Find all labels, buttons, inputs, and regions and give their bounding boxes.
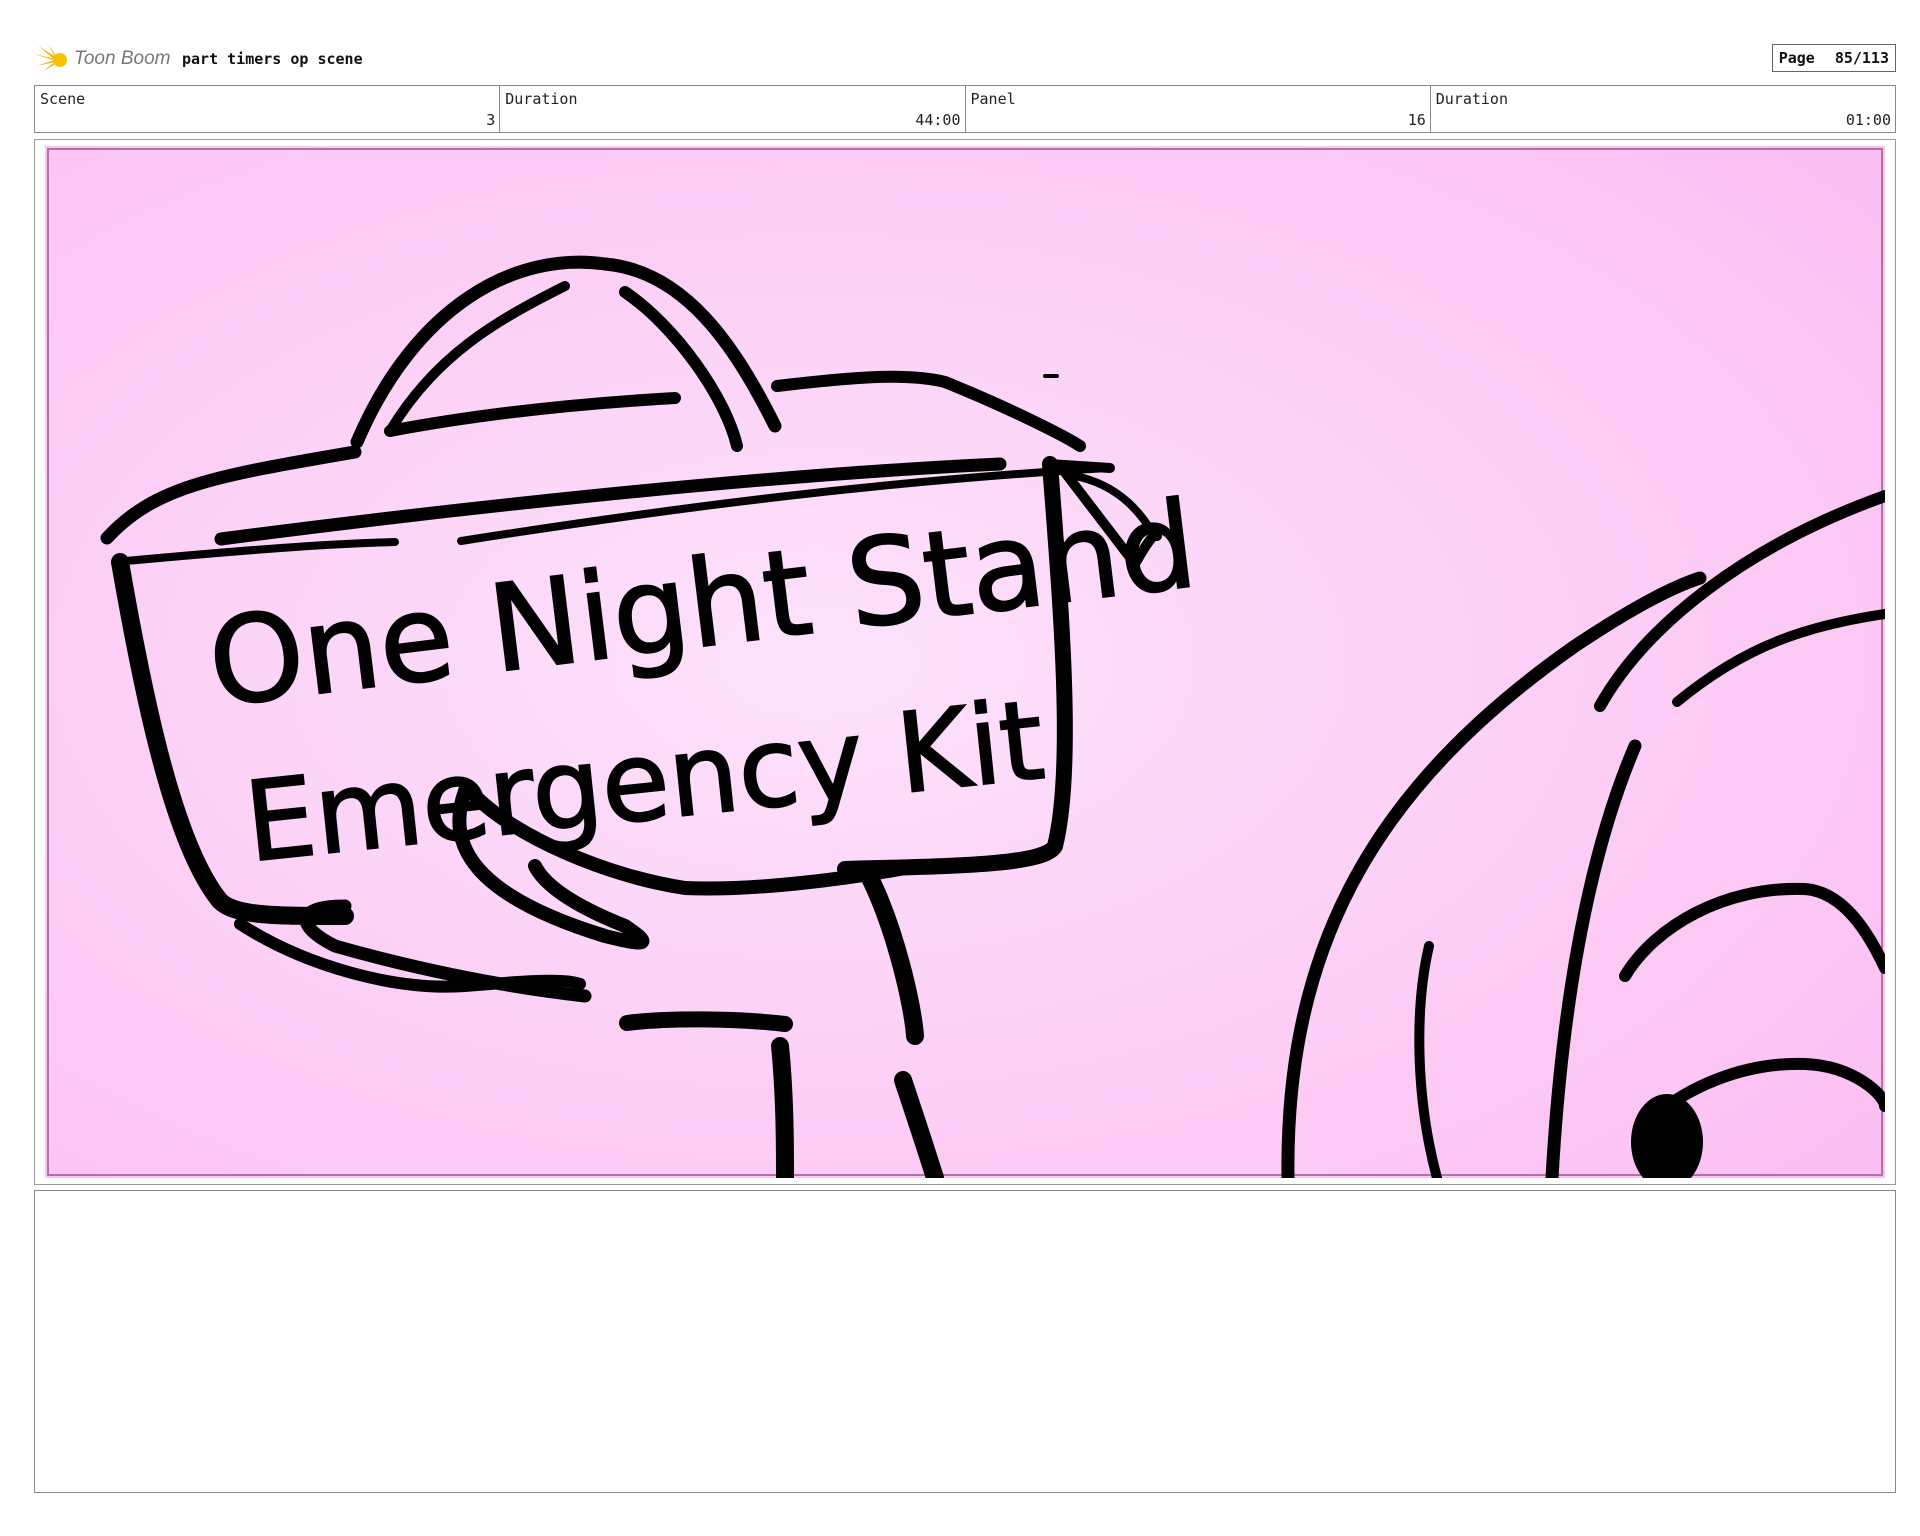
- panel-cell: Panel 16: [966, 86, 1431, 132]
- project-title: part timers op scene: [182, 50, 363, 68]
- logo-text: Toon Boom: [74, 48, 171, 69]
- panel-sketch: One Night Stand Emergency Kit: [45, 146, 1885, 1178]
- scene-label: Scene: [40, 90, 86, 108]
- panel-notes-box[interactable]: [34, 1190, 1896, 1493]
- page-number: 85/113: [1834, 49, 1889, 67]
- panel-frame: One Night Stand Emergency Kit: [34, 139, 1896, 1185]
- scene-value: 3: [486, 111, 496, 129]
- toon-boom-logo: Toon Boom: [34, 44, 170, 74]
- scene-duration-label: Duration: [505, 90, 578, 108]
- scene-duration-cell: Duration 44:00: [500, 86, 966, 132]
- storyboard-header: Toon Boom part timers op scene Page 85/1…: [34, 42, 1896, 76]
- panel-duration-value: 01:00: [1845, 111, 1891, 129]
- scene-cell: Scene 3: [35, 86, 501, 132]
- panel-value: 16: [1407, 111, 1426, 129]
- scene-duration-value: 44:00: [915, 111, 961, 129]
- page-indicator: Page 85/113: [1771, 44, 1896, 72]
- panel-label: Panel: [970, 90, 1016, 108]
- storyboard-panel-drawing: One Night Stand Emergency Kit: [45, 146, 1885, 1178]
- panel-duration-label: Duration: [1435, 90, 1508, 108]
- panel-duration-cell: Duration 01:00: [1431, 86, 1895, 132]
- starburst-icon: [34, 44, 67, 72]
- scene-info-table: Scene 3 Duration 44:00 Panel 16 Duration…: [34, 85, 1896, 133]
- page-label: Page: [1778, 49, 1815, 67]
